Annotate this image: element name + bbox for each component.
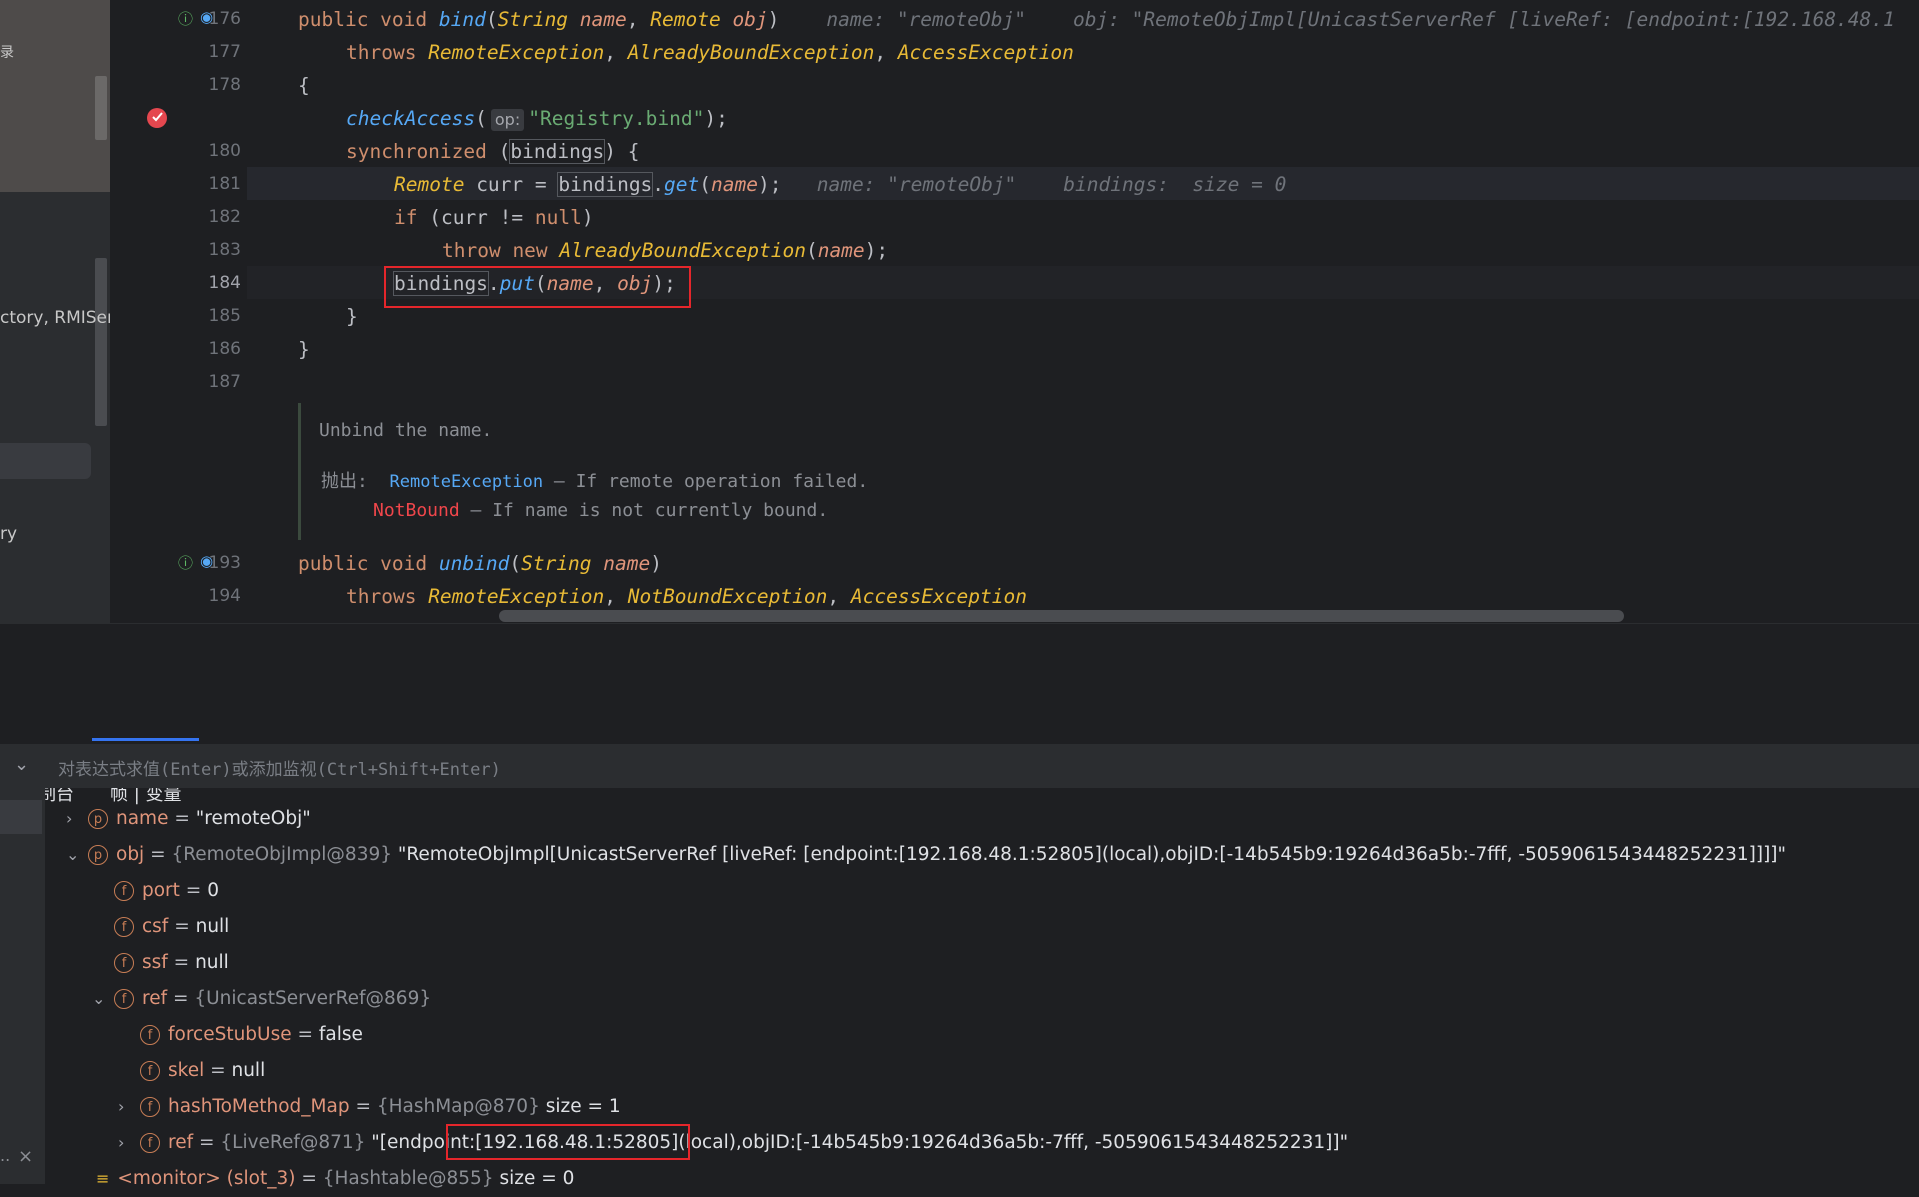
- sidebar-text-fragment: 录: [0, 45, 14, 61]
- more-icon[interactable]: ..: [0, 1146, 10, 1165]
- doc-throws-row: 抛出: RemoteException – If remote operatio…: [321, 471, 869, 492]
- variable-row[interactable]: f skel = null: [140, 1053, 265, 1089]
- field-icon: f: [140, 1025, 160, 1045]
- line-number: 185: [208, 306, 241, 326]
- code-line-178: {: [298, 74, 310, 97]
- active-tab-indicator: [92, 738, 199, 741]
- line-number: 177: [208, 42, 241, 62]
- sidebar-preview-block: [0, 0, 110, 192]
- inline-value-hint: obj: "RemoteObjImpl[UnicastServerRef [li…: [1072, 8, 1895, 31]
- frames-list: .. ×: [0, 788, 45, 1184]
- field-icon: f: [140, 1061, 160, 1081]
- variable-row[interactable]: f forceStubUse = false: [140, 1017, 363, 1053]
- field-icon: f: [114, 917, 134, 937]
- variable-row[interactable]: f csf = null: [114, 909, 229, 945]
- line-number: 187: [208, 372, 241, 392]
- breakpoint-icon[interactable]: [146, 106, 168, 132]
- chevron-down-icon[interactable]: ⌄: [14, 754, 29, 775]
- code-line-193: public void unbind(String name): [298, 552, 662, 575]
- inline-value-hint: name: "remoteObj": [816, 173, 1017, 196]
- code-line-182: if (curr != null): [394, 206, 594, 229]
- sidebar-selected-item[interactable]: [0, 443, 91, 479]
- field-icon: f: [140, 1133, 160, 1153]
- sidebar-scrollbar-thumb[interactable]: [95, 76, 107, 140]
- line-number: 178: [208, 75, 241, 95]
- implements-icon[interactable]: ⓘ: [178, 552, 193, 573]
- field-icon: f: [114, 881, 134, 901]
- chevron-down-icon: ⌄: [92, 989, 106, 1008]
- monitor-icon: ≡: [96, 1169, 110, 1188]
- code-line-177: throws RemoteException, AlreadyBoundExce…: [346, 41, 1074, 64]
- variable-row[interactable]: ⌄ p obj = {RemoteObjImpl@839} "RemoteObjIm…: [66, 837, 1786, 873]
- sidebar-scrollbar-track[interactable]: [95, 258, 107, 426]
- sidebar-text-fragment[interactable]: ctory, RMISer: [0, 308, 110, 328]
- code-line-176: public void bind(String name, Remote obj…: [298, 8, 1895, 31]
- variable-row[interactable]: f port = 0: [114, 873, 219, 909]
- chevron-right-icon: ›: [118, 1133, 125, 1152]
- line-number: 186: [208, 339, 241, 359]
- doc-comment-bar: [298, 403, 301, 540]
- editor-gutter: 176 ⓘ ◉ 177 178 180 181 182 183 184 185 …: [110, 0, 247, 623]
- line-number: 183: [208, 240, 241, 260]
- variable-row[interactable]: › f hashToMethod_Map = {HashMap@870} size …: [118, 1089, 621, 1125]
- variable-row[interactable]: › p name = "remoteObj": [66, 801, 311, 837]
- sidebar-text-fragment[interactable]: ry: [0, 524, 17, 544]
- code-line-185: }: [346, 305, 358, 328]
- chevron-right-icon: ›: [66, 809, 73, 828]
- evaluate-expression-input[interactable]: 对表达式求值(Enter)或添加监视(Ctrl+Shift+Enter): [58, 755, 501, 780]
- parameter-icon: p: [88, 845, 108, 865]
- evaluate-expression-bar[interactable]: ⌄ 对表达式求值(Enter)或添加监视(Ctrl+Shift+Enter): [0, 744, 1919, 788]
- line-number: 182: [208, 207, 241, 227]
- line-number-current: 184: [208, 273, 241, 293]
- highlight-annotation-box: [384, 266, 691, 308]
- doc-exception-link: RemoteException: [389, 472, 544, 492]
- overrides-icon[interactable]: ◉: [200, 8, 213, 26]
- debug-panel: 控制台 帧 | 变量 ⌄ 对表达式求值(Enter)或添加监视(Ctrl+Shi…: [0, 623, 1919, 1189]
- chevron-right-icon: ›: [118, 1097, 125, 1116]
- field-icon: f: [114, 989, 134, 1009]
- variable-row[interactable]: ≡ <monitor> (slot_3) = {Hashtable@855} si…: [96, 1161, 574, 1197]
- field-icon: f: [114, 953, 134, 973]
- inline-value-hint: bindings: size = 0: [1063, 173, 1287, 196]
- line-number: 181: [208, 174, 241, 194]
- line-number: 194: [208, 586, 241, 606]
- overrides-icon[interactable]: ◉: [200, 552, 213, 570]
- implements-icon[interactable]: ⓘ: [178, 8, 193, 29]
- code-line-186: }: [298, 338, 310, 361]
- variable-row[interactable]: ⌄ f ref = {UnicastServerRef@869}: [92, 981, 431, 1017]
- highlight-annotation-box: [446, 1124, 690, 1160]
- parameter-hint: op:: [490, 109, 525, 131]
- parameter-icon: p: [88, 809, 108, 829]
- code-line-181: Remote curr = bindings.get(name); name: …: [394, 172, 1287, 197]
- code-editor[interactable]: public void bind(String name, Remote obj…: [247, 0, 1919, 623]
- chevron-down-icon: ⌄: [66, 845, 80, 864]
- code-line-183: throw new AlreadyBoundException(name);: [442, 239, 889, 262]
- field-icon: f: [140, 1097, 160, 1117]
- doc-summary: Unbind the name.: [319, 420, 493, 441]
- code-line-194: throws RemoteException, NotBoundExceptio…: [346, 585, 1027, 608]
- horizontal-scrollbar[interactable]: [499, 610, 1624, 622]
- variable-row[interactable]: › f ref = {LiveRef@871} "[endpoint:[192.16…: [118, 1125, 1348, 1161]
- variable-row[interactable]: f ssf = null: [114, 945, 229, 981]
- frames-list-selected[interactable]: [0, 800, 42, 834]
- doc-throws-row: NotBound – If name is not currently boun…: [373, 500, 829, 521]
- code-line-180: synchronized (bindings) {: [346, 139, 640, 164]
- project-sidebar: 录 ctory, RMISer ry: [0, 0, 110, 623]
- doc-exception-unresolved: NotBound: [373, 500, 460, 521]
- code-line-179: checkAccess(op: "Registry.bind");: [346, 107, 728, 131]
- line-number: 180: [208, 141, 241, 161]
- close-icon[interactable]: ×: [18, 1146, 33, 1167]
- inline-value-hint: name: "remoteObj": [826, 8, 1026, 31]
